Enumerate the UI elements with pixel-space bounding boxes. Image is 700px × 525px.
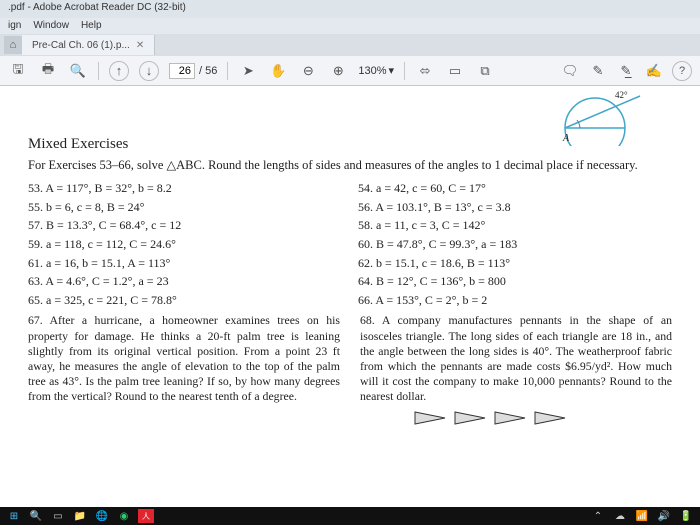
exercise-columns: 53. A = 117°, B = 32°, b = 8.2 55. b = 6…: [28, 179, 672, 309]
ex-64: 64. B = 12°, C = 136°, b = 800: [358, 272, 672, 291]
sign-icon[interactable]: ✍: [644, 61, 664, 81]
tray-cloud[interactable]: ☁: [612, 509, 628, 523]
ex-68: 68. A company manufactures pennants in t…: [360, 313, 672, 428]
ex-65: 65. a = 325, c = 221, C = 78.8°: [28, 291, 342, 310]
magnify-icon[interactable]: 🔍: [68, 61, 88, 81]
tray-wifi[interactable]: 📶: [634, 509, 650, 523]
ex-56: 56. A = 103.1°, B = 13°, c = 3.8: [358, 198, 672, 217]
ex-53: 53. A = 117°, B = 32°, b = 8.2: [28, 179, 342, 198]
tray-battery[interactable]: 🔋: [678, 509, 694, 523]
page-down-icon[interactable]: ↓: [139, 61, 159, 81]
document-tab[interactable]: Pre-Cal Ch. 06 (1).p... ✕: [22, 35, 155, 55]
pen-icon[interactable]: ✎: [588, 61, 608, 81]
menubar: ign Window Help: [0, 18, 700, 34]
point-label: A: [562, 133, 570, 144]
taskbar-browser[interactable]: 🌐: [94, 509, 110, 523]
menu-window[interactable]: Window: [33, 20, 69, 32]
pennant-illustration: [360, 408, 672, 428]
taskbar-search[interactable]: 🔍: [28, 509, 44, 523]
page-total: / 56: [199, 65, 217, 77]
print-icon[interactable]: 🖶: [38, 61, 58, 81]
ex-58: 58. a = 11, c = 3, C = 142°: [358, 216, 672, 235]
menu-help[interactable]: Help: [81, 20, 102, 32]
tab-home[interactable]: ⌂: [4, 36, 22, 54]
window-titlebar: .pdf - Adobe Acrobat Reader DC (32-bit): [0, 0, 700, 18]
page-up-icon[interactable]: ↑: [109, 61, 129, 81]
fit-page-icon[interactable]: ▭: [445, 61, 465, 81]
menu-sign[interactable]: ign: [8, 20, 21, 32]
ex-61: 61. a = 16, b = 15.1, A = 113°: [28, 254, 342, 273]
scroll-mode-icon[interactable]: ⧉: [475, 61, 495, 81]
zoom-out-icon[interactable]: ⊖: [298, 61, 318, 81]
tray-chevron[interactable]: ⌃: [590, 509, 606, 523]
ex-62: 62. b = 15.1, c = 18.6, B = 113°: [358, 254, 672, 273]
toolbar: 🖫 🖶 🔍 ↑ ↓ / 56 ➤ ✋ ⊖ ⊕ 130% ▾ ⬄ ▭ ⧉ 🗨 ✎ …: [0, 56, 700, 86]
separator: [404, 62, 405, 80]
angle-label: 42°: [615, 90, 628, 100]
ex-67: 67. After a hurricane, a homeowner exami…: [28, 313, 340, 428]
highlight-icon[interactable]: ✎̲: [616, 61, 636, 81]
hand-icon[interactable]: ✋: [268, 61, 288, 81]
ex-59: 59. a = 118, c = 112, C = 24.6°: [28, 235, 342, 254]
separator: [227, 62, 228, 80]
comment-icon[interactable]: 🗨: [560, 61, 580, 81]
page-number-input[interactable]: [169, 63, 195, 79]
ex-63: 63. A = 4.6°, C = 1.2°, a = 23: [28, 272, 342, 291]
home-icon: ⌂: [10, 39, 17, 51]
page-indicator: / 56: [169, 63, 217, 79]
save-icon[interactable]: 🖫: [8, 61, 28, 81]
instructions: For Exercises 53–66, solve △ABC. Round t…: [28, 157, 672, 173]
taskbar-explorer[interactable]: 📁: [72, 509, 88, 523]
close-tab-icon[interactable]: ✕: [136, 40, 144, 51]
geometry-diagram: 42° A: [510, 86, 660, 146]
separator: [98, 62, 99, 80]
right-column: 54. a = 42, c = 60, C = 17° 56. A = 103.…: [358, 179, 672, 309]
taskbar-start[interactable]: ⊞: [6, 509, 22, 523]
toolbar-right: 🗨 ✎ ✎̲ ✍ ?: [560, 61, 692, 81]
help-icon[interactable]: ?: [672, 61, 692, 81]
tab-row: ⌂ Pre-Cal Ch. 06 (1).p... ✕: [0, 34, 700, 56]
taskbar-apps[interactable]: ▭: [50, 509, 66, 523]
word-problems: 67. After a hurricane, a homeowner exami…: [28, 313, 672, 428]
ex-55: 55. b = 6, c = 8, B = 24°: [28, 198, 342, 217]
zoom-level[interactable]: 130% ▾: [358, 64, 394, 77]
pointer-icon[interactable]: ➤: [238, 61, 258, 81]
taskbar-chrome[interactable]: ◉: [116, 509, 132, 523]
window-title: .pdf - Adobe Acrobat Reader DC (32-bit): [8, 2, 186, 13]
taskbar-acrobat[interactable]: 人: [138, 509, 154, 523]
taskbar: ⊞ 🔍 ▭ 📁 🌐 ◉ 人 ⌃ ☁ 📶 🔊 🔋: [0, 507, 700, 525]
zoom-in-icon[interactable]: ⊕: [328, 61, 348, 81]
ex-54: 54. a = 42, c = 60, C = 17°: [358, 179, 672, 198]
fit-width-icon[interactable]: ⬄: [415, 61, 435, 81]
ex-66: 66. A = 153°, C = 2°, b = 2: [358, 291, 672, 310]
ex-60: 60. B = 47.8°, C = 99.3°, a = 183: [358, 235, 672, 254]
document-page: 42° A Mixed Exercises For Exercises 53–6…: [0, 86, 700, 507]
tray-volume[interactable]: 🔊: [656, 509, 672, 523]
tab-label: Pre-Cal Ch. 06 (1).p...: [32, 40, 130, 51]
zoom-value: 130%: [358, 65, 386, 77]
tray: ⌃ ☁ 📶 🔊 🔋: [590, 509, 694, 523]
left-column: 53. A = 117°, B = 32°, b = 8.2 55. b = 6…: [28, 179, 342, 309]
ex-57: 57. B = 13.3°, C = 68.4°, c = 12: [28, 216, 342, 235]
ex-68-text: 68. A company manufactures pennants in t…: [360, 313, 672, 402]
caret-down-icon: ▾: [389, 64, 395, 77]
